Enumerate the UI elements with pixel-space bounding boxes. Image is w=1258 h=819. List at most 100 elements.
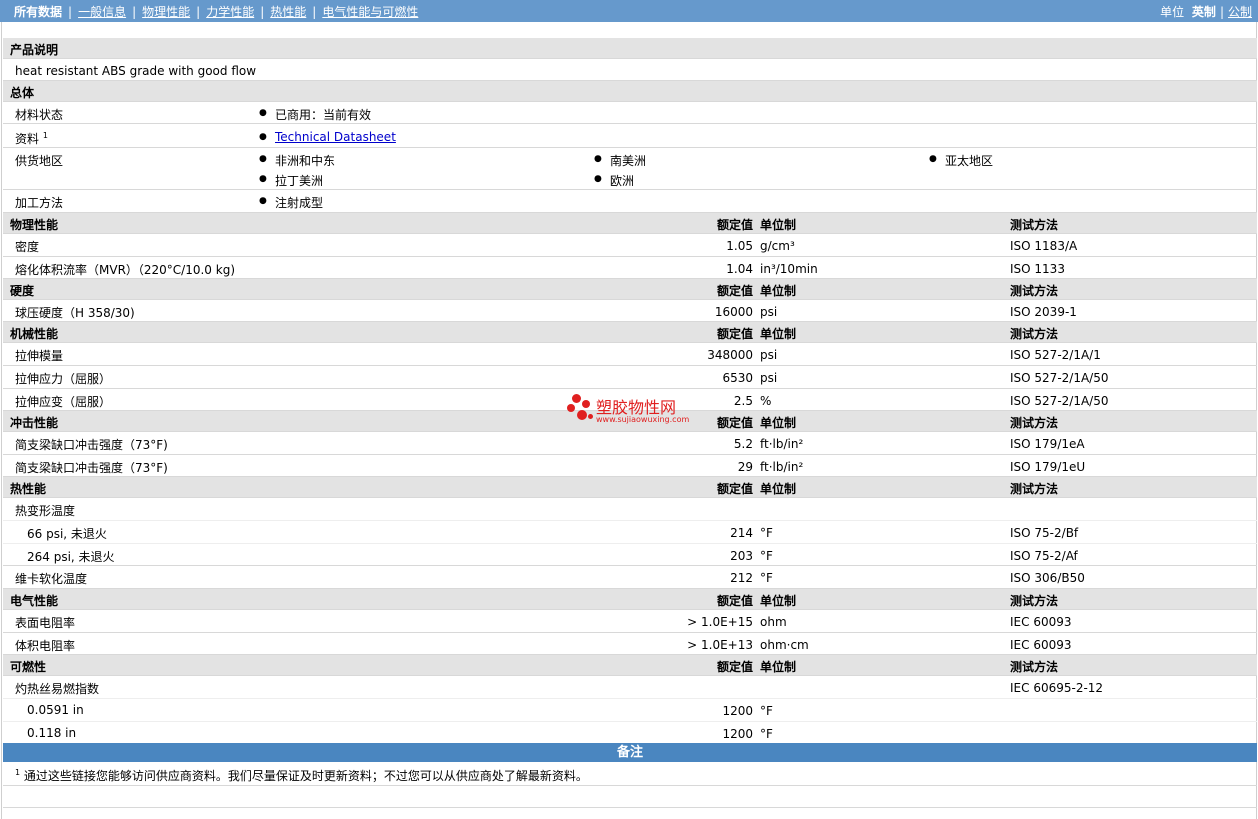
section-title: 机械性能 [10,327,59,341]
tab-electrical-flammability[interactable]: 电气性能与可燃性 [322,5,418,19]
header-unit: 单位制 [760,327,797,341]
header-value: 额定值 [716,416,753,430]
section-thermal: 热性能 额定值 单位制 测试方法 [3,477,1257,498]
property-unit: °F [760,727,773,741]
docs-footnote-ref: 1 [42,131,48,140]
region-item: 非洲和中东 [259,152,335,169]
unit-separator: | [1219,5,1224,19]
property-label: 简支梁缺口冲击强度（73°F) [15,438,168,452]
regions-row: 供货地区 非洲和中东 南美洲 亚太地区 拉丁美洲 欧洲 [3,148,1257,190]
tab-physical[interactable]: 物理性能 [142,5,190,19]
header-unit: 单位制 [760,594,797,608]
tab-all-data[interactable]: 所有数据 [14,5,62,19]
property-method: ISO 75-2/Af [1010,549,1078,563]
property-value: > 1.0E+15 [687,615,753,629]
property-row: 0.118 in 1200 °F [3,722,1257,743]
property-unit: °F [760,704,773,718]
property-value: 1.05 [726,239,753,253]
property-method: ISO 75-2/Bf [1010,526,1079,540]
property-method: ISO 527-2/1A/50 [1010,394,1109,408]
status-value: 已商用：当前有效 [259,106,371,123]
property-unit: psi [760,371,778,385]
regions-label: 供货地区 [15,154,64,168]
property-label: 表面电阻率 [15,616,76,630]
section-flammability: 可燃性 额定值 单位制 测试方法 [3,655,1257,676]
section-physical: 物理性能 额定值 单位制 测试方法 [3,213,1257,234]
logo-dot-icon [567,404,575,412]
header-unit: 单位制 [760,284,797,298]
footnote-number: 1 [15,768,21,777]
region-item: 欧洲 [594,172,634,189]
footnote-text: 通过这些链接您能够访问供应商资料。我们尽量保证及时更新资料；不过您可以从供应商处… [23,769,588,783]
docs-bullet: Technical Datasheet [259,130,396,144]
header-unit: 单位制 [760,416,797,430]
docs-label: 资料 1 [15,130,48,147]
property-label: 简支梁缺口冲击强度（73°F) [15,461,168,475]
region-item: 亚太地区 [929,152,993,169]
property-group-row: 灼热丝易燃指数 IEC 60695-2-12 [3,676,1257,699]
status-label: 材料状态 [15,108,64,122]
property-unit: ft·lb/in² [760,437,804,451]
header-method: 测试方法 [1010,594,1059,608]
property-row: 拉伸模量 348000 psi ISO 527-2/1A/1 [3,343,1257,366]
tab-general-info[interactable]: 一般信息 [78,5,126,19]
header-unit: 单位制 [760,660,797,674]
section-electrical: 电气性能 额定值 单位制 测试方法 [3,589,1257,610]
property-unit: °F [760,526,773,540]
description-text: heat resistant ABS grade with good flow [15,64,257,78]
units-label: 单位 [1160,5,1185,19]
property-label: 66 psi, 未退火 [27,527,107,541]
section-title: 硬度 [10,284,35,298]
property-value: > 1.0E+13 [687,638,753,652]
property-row: 体积电阻率 > 1.0E+13 ohm·cm IEC 60093 [3,633,1257,655]
tab-mechanical[interactable]: 力学性能 [206,5,254,19]
unit-metric-link[interactable]: 公制 [1228,5,1252,19]
logo-dot-icon [577,410,587,420]
property-value: 29 [737,460,753,474]
header-method: 测试方法 [1010,218,1059,232]
property-row: 简支梁缺口冲击强度（73°F) 29 ft·lb/in² ISO 179/1eU [3,455,1257,477]
property-value: 1.04 [726,262,753,276]
property-value: 214 [730,526,753,540]
nav-separator: | [312,5,317,19]
property-unit: psi [760,348,778,362]
property-unit: °F [760,571,773,585]
property-value: 1200 [722,704,753,718]
property-label: 拉伸模量 [15,349,64,363]
header-value: 额定值 [716,594,753,608]
property-row: 熔化体积流率（MVR）（220°C/10.0 kg) 1.04 in³/10mi… [3,257,1257,279]
property-label: 拉伸应变（屈服） [15,395,112,409]
section-title: 产品说明 [10,43,59,57]
status-row: 材料状态 已商用：当前有效 [3,102,1257,124]
technical-datasheet-link[interactable]: Technical Datasheet [275,130,396,144]
property-label: 维卡软化温度 [15,572,88,586]
section-title: 热性能 [10,482,47,496]
property-method: IEC 60695-2-12 [1010,681,1104,695]
section-mechanical: 机械性能 额定值 单位制 测试方法 [3,322,1257,343]
property-value: 212 [730,571,753,585]
property-method: ISO 1183/A [1010,239,1078,253]
header-method: 测试方法 [1010,284,1059,298]
header-method: 测试方法 [1010,327,1059,341]
header-method: 测试方法 [1010,660,1059,674]
property-label: 熔化体积流率（MVR）（220°C/10.0 kg) [15,263,236,277]
header-value: 额定值 [716,482,753,496]
notes-header: 备注 [3,743,1257,762]
property-unit: ohm [760,615,787,629]
docs-label-text: 资料 [15,132,40,146]
property-value: 203 [730,549,753,563]
property-unit: ft·lb/in² [760,460,804,474]
property-group-row: 热变形温度 [3,498,1257,521]
header-method: 测试方法 [1010,482,1059,496]
logo-dot-icon [572,394,581,403]
header-value: 额定值 [716,660,753,674]
top-nav-bar: 所有数据 | 一般信息 | 物理性能 | 力学性能 | 热性能 | 电气性能与可燃性 单位 英制 | 公… [0,0,1258,22]
header-value: 额定值 [716,327,753,341]
property-label: 拉伸应力（屈服） [15,372,112,386]
property-row: 66 psi, 未退火 214 °F ISO 75-2/Bf [3,521,1257,544]
empty-row [3,786,1257,808]
property-label: 密度 [15,240,40,254]
watermark-url: www.sujiaowuxing.com [596,415,690,424]
tab-thermal[interactable]: 热性能 [270,5,306,19]
property-method: ISO 2039-1 [1010,305,1077,319]
